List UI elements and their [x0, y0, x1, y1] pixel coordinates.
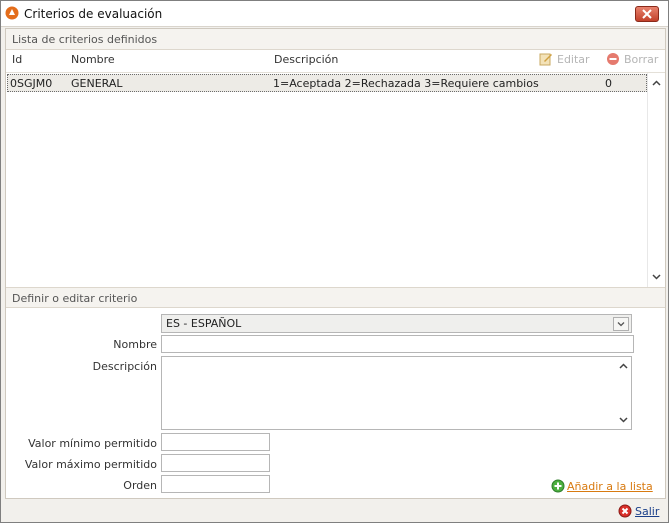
- list-section-header: Lista de criterios definidos: [6, 29, 665, 50]
- delete-button-label: Borrar: [624, 53, 659, 66]
- form-section-header: Definir o editar criterio: [6, 287, 665, 308]
- scroll-up-icon[interactable]: [652, 79, 661, 88]
- add-to-list-link[interactable]: Añadir a la lista: [567, 480, 653, 493]
- edit-button-label: Editar: [557, 53, 590, 66]
- title-bar: Criterios de evaluación: [1, 1, 668, 27]
- nombre-input[interactable]: [161, 335, 634, 353]
- window-title: Criterios de evaluación: [24, 7, 163, 21]
- list-section-title: Lista de criterios definidos: [12, 33, 158, 46]
- nombre-label: Nombre: [113, 338, 157, 351]
- dialog-window: Criterios de evaluación Lista de criteri…: [0, 0, 669, 523]
- table-row[interactable]: 0SGJM0 GENERAL 1=Aceptada 2=Rechazada 3=…: [7, 74, 647, 92]
- scroll-down-icon[interactable]: [619, 415, 628, 424]
- min-value-label: Valor mínimo permitido: [28, 437, 157, 450]
- scroll-up-icon[interactable]: [619, 362, 628, 371]
- descripcion-textarea[interactable]: [161, 356, 632, 430]
- min-value-input[interactable]: [161, 433, 270, 451]
- descripcion-label: Descripción: [92, 360, 157, 373]
- criteria-list[interactable]: 0SGJM0 GENERAL 1=Aceptada 2=Rechazada 3=…: [6, 72, 665, 287]
- row-cell-valor: 0: [605, 77, 612, 90]
- max-value-label: Valor máximo permitido: [24, 458, 157, 471]
- delete-button[interactable]: Borrar: [607, 53, 659, 66]
- language-select[interactable]: ES - ESPAÑOL: [161, 314, 632, 333]
- exit-link[interactable]: Salir: [635, 505, 659, 518]
- form-section-title: Definir o editar criterio: [12, 292, 138, 305]
- close-button[interactable]: [635, 6, 659, 22]
- orden-label: Orden: [123, 479, 157, 492]
- main-panel: Lista de criterios definidos Id Nombre D…: [5, 28, 666, 499]
- row-cell-nombre: GENERAL: [71, 77, 123, 90]
- row-cell-id: 0SGJM0: [10, 77, 53, 90]
- delete-icon: [607, 53, 619, 65]
- scroll-down-icon[interactable]: [652, 272, 661, 281]
- column-header-id[interactable]: Id: [12, 53, 22, 66]
- row-cell-descripcion: 1=Aceptada 2=Rechazada 3=Requiere cambio…: [273, 77, 539, 90]
- add-icon[interactable]: [551, 479, 565, 493]
- max-value-input[interactable]: [161, 454, 270, 472]
- chevron-down-icon: [617, 322, 625, 327]
- orden-input[interactable]: [161, 475, 270, 493]
- edit-icon: [539, 53, 552, 66]
- column-header-nombre[interactable]: Nombre: [71, 53, 115, 66]
- app-logo-icon: [5, 6, 19, 20]
- exit-icon[interactable]: [618, 504, 632, 518]
- list-scrollbar[interactable]: [647, 73, 665, 287]
- close-icon: [642, 9, 652, 19]
- edit-button[interactable]: Editar: [539, 53, 590, 66]
- language-select-value: ES - ESPAÑOL: [166, 317, 242, 330]
- column-header-descripcion[interactable]: Descripción: [274, 53, 338, 66]
- descripcion-scrollbar[interactable]: [615, 357, 631, 429]
- dropdown-button[interactable]: [613, 317, 629, 331]
